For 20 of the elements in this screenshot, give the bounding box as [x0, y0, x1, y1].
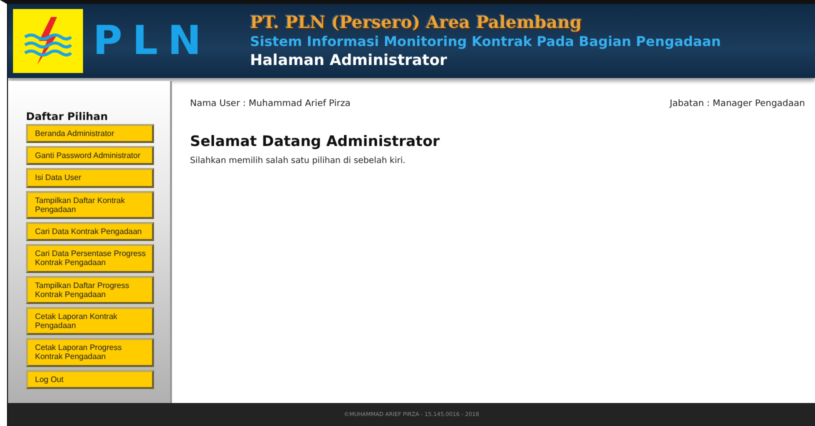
instruction-text: Silahkan memilih salah satu pilihan di sebelah kiri.: [190, 156, 407, 166]
logo-text: PLN: [93, 18, 212, 64]
user-role: Jabatan : Manager Pengadaan: [670, 99, 805, 109]
menu-button[interactable]: Cari Data Kontrak Pengadaan: [26, 222, 154, 242]
menu-button[interactable]: Isi Data User: [26, 168, 154, 188]
menu-button[interactable]: Ganti Password Administrator: [26, 146, 154, 166]
page-title: Halaman Administrator: [250, 51, 448, 69]
menu-button[interactable]: Beranda Administrator: [26, 124, 154, 144]
menu-button[interactable]: Cari Data Persentase Progress Kontrak Pengadaan: [26, 244, 154, 272]
lightning-logo-icon: [23, 15, 73, 67]
sidebar-heading: Daftar Pilihan: [26, 111, 109, 123]
menu-button[interactable]: Log Out: [26, 370, 154, 389]
user-name: Nama User : Muhammad Arief Pirza: [190, 99, 351, 109]
site-subtitle: Sistem Informasi Monitoring Kontrak Pada Bagian Pengadaan: [250, 34, 721, 50]
site-title: PT. PLN (Persero) Area Palembang: [250, 13, 583, 33]
menu-button[interactable]: Tampilkan Daftar Progress Kontrak Pengadaan: [26, 276, 154, 304]
menu-button[interactable]: Cetak Laporan Kontrak Pengadaan: [26, 306, 154, 336]
welcome-heading: Selamat Datang Administrator: [190, 134, 441, 150]
menu-button[interactable]: Tampilkan Daftar Kontrak Pengadaan: [26, 190, 154, 219]
menu-button[interactable]: Cetak Laporan Progress Kontrak Pengadaan: [26, 338, 154, 367]
